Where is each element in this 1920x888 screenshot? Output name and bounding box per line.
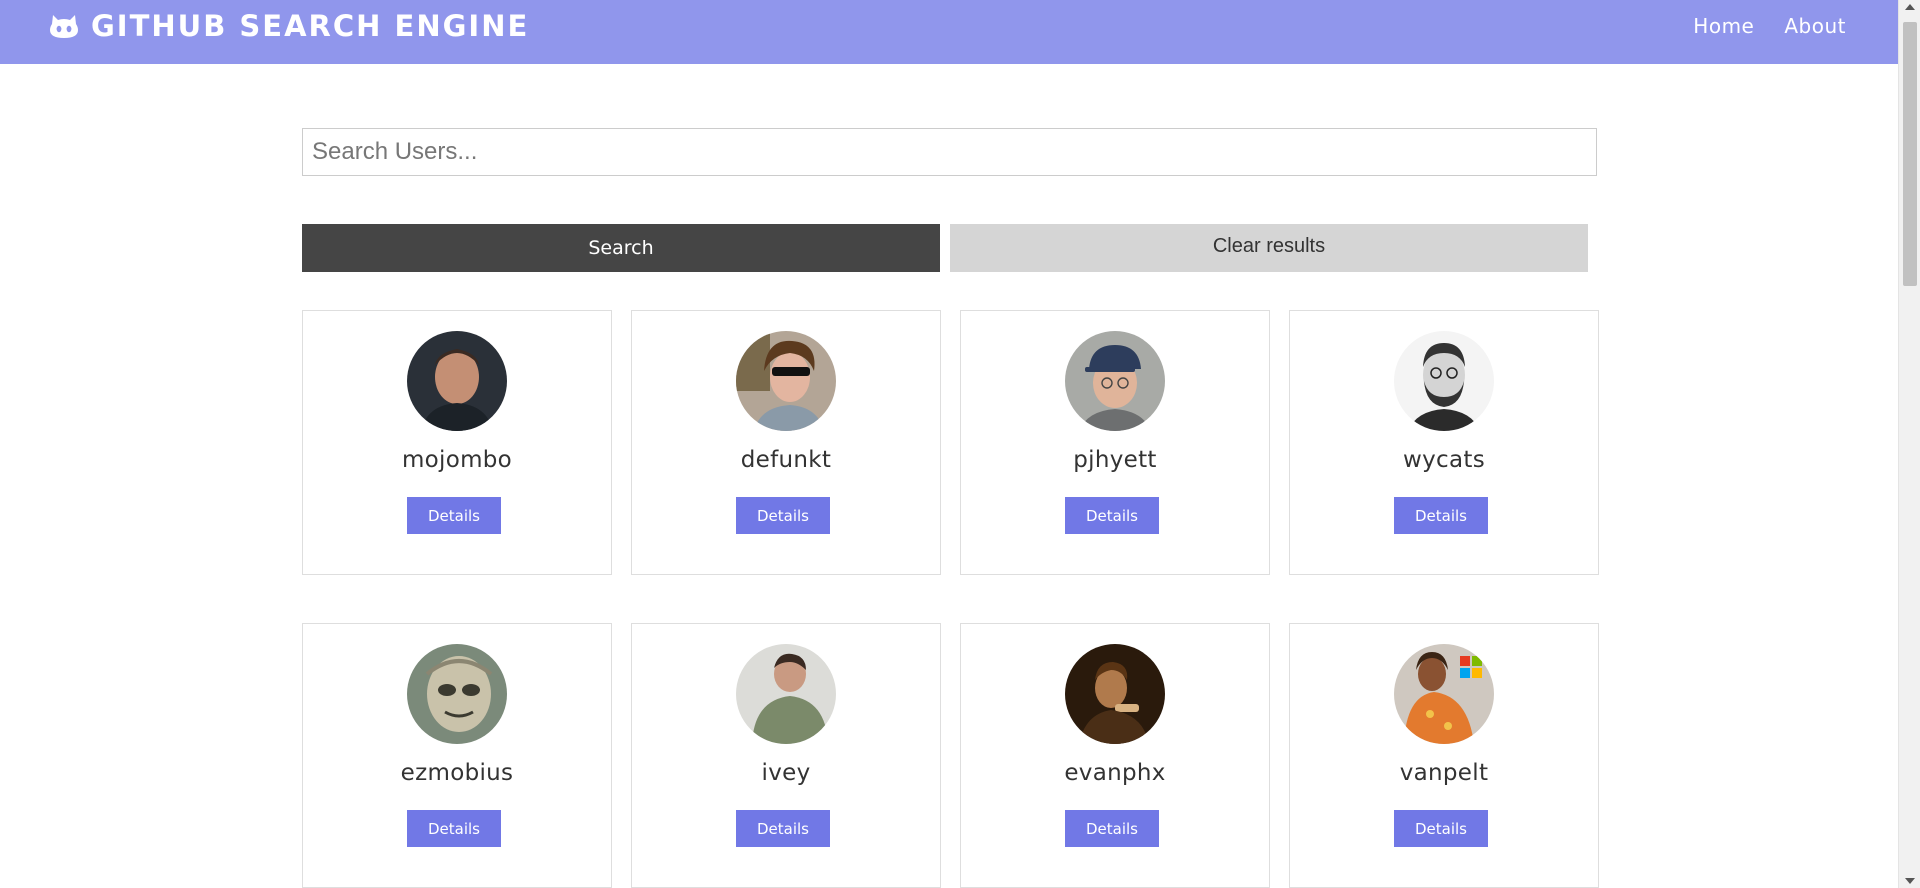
scroll-up-arrow-icon[interactable] — [1905, 4, 1915, 10]
details-button[interactable]: Details — [1065, 497, 1159, 534]
page-scrollbar[interactable] — [1898, 0, 1920, 888]
username: pjhyett — [1073, 447, 1157, 473]
details-button[interactable]: Details — [736, 810, 830, 847]
navbar: GITHUB SEARCH ENGINE Home About — [0, 0, 1898, 64]
github-cat-icon — [50, 15, 78, 38]
username: mojombo — [401, 447, 513, 473]
details-button[interactable]: Details — [1394, 810, 1488, 847]
avatar — [1065, 331, 1165, 431]
avatar — [407, 331, 507, 431]
user-card: pjhyett Details — [960, 310, 1270, 575]
details-button[interactable]: Details — [407, 810, 501, 847]
user-card: mojombo Details — [302, 310, 612, 575]
search-users-input[interactable] — [302, 128, 1597, 176]
scroll-down-arrow-icon[interactable] — [1905, 878, 1915, 884]
details-button[interactable]: Details — [407, 497, 501, 534]
avatar — [1394, 644, 1494, 744]
user-card: defunkt Details — [631, 310, 941, 575]
scrollbar-thumb[interactable] — [1903, 22, 1917, 286]
user-card: ezmobius Details — [302, 623, 612, 888]
username: evanphx — [1064, 760, 1166, 786]
avatar — [407, 644, 507, 744]
nav-links: Home About — [1663, 14, 1846, 38]
avatar — [736, 331, 836, 431]
nav-link-home[interactable]: Home — [1693, 14, 1754, 38]
user-card: ivey Details — [631, 623, 941, 888]
user-card: vanpelt Details — [1289, 623, 1599, 888]
avatar — [736, 644, 836, 744]
username: defunkt — [740, 447, 832, 473]
username: ivey — [761, 760, 811, 786]
avatar — [1065, 644, 1165, 744]
clear-results-button[interactable]: Clear results — [950, 224, 1588, 272]
user-card: wycats Details — [1289, 310, 1599, 575]
username: wycats — [1403, 447, 1485, 473]
details-button[interactable]: Details — [1065, 810, 1159, 847]
details-button[interactable]: Details — [736, 497, 830, 534]
details-button[interactable]: Details — [1394, 497, 1488, 534]
search-button[interactable]: Search — [302, 224, 940, 272]
avatar — [1394, 331, 1494, 431]
brand[interactable]: GITHUB SEARCH ENGINE — [49, 9, 529, 43]
username: ezmobius — [400, 760, 514, 786]
username: vanpelt — [1399, 760, 1489, 786]
user-card: evanphx Details — [960, 623, 1270, 888]
nav-link-about[interactable]: About — [1784, 14, 1846, 38]
app-title: GITHUB SEARCH ENGINE — [91, 9, 530, 43]
